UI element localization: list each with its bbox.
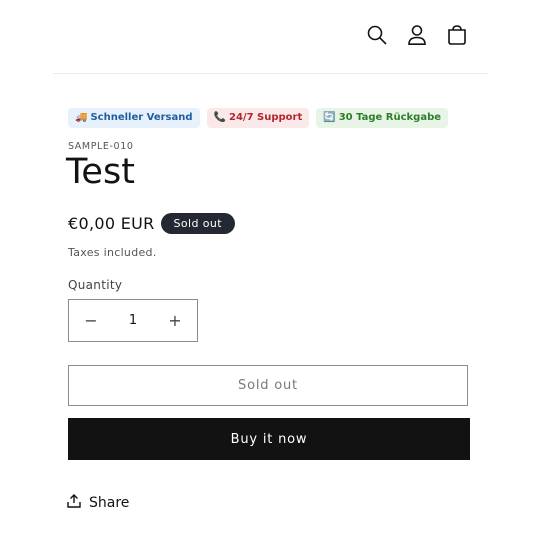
cart-icon[interactable]	[446, 22, 468, 48]
product-sku: SAMPLE-010	[68, 141, 134, 152]
truck-icon: 🚚	[75, 112, 88, 123]
badge-shipping: 🚚 Schneller Versand	[68, 108, 200, 128]
minus-icon: −	[84, 311, 98, 330]
badge-support-label: 24/7 Support	[229, 112, 303, 123]
buy-now-button[interactable]: Buy it now	[68, 418, 470, 460]
badge-support: 📞 24/7 Support	[206, 108, 310, 128]
product-title: Test	[66, 152, 135, 192]
search-icon[interactable]	[366, 22, 388, 48]
plus-icon: +	[168, 311, 182, 330]
account-icon[interactable]	[406, 22, 428, 48]
sold-out-button[interactable]: Sold out	[68, 365, 468, 406]
taxes-note: Taxes included.	[68, 246, 157, 259]
share-label: Share	[89, 495, 130, 511]
share-button[interactable]: Share	[67, 494, 129, 512]
quantity-decrease-button[interactable]: −	[69, 300, 113, 341]
badge-returns-label: 30 Tage Rückgabe	[338, 112, 442, 123]
badge-row: 🚚 Schneller Versand 📞 24/7 Support 🔄 30 Tag…	[68, 108, 449, 128]
header-divider	[53, 73, 488, 74]
status-badge: Sold out	[160, 213, 235, 234]
header-icons	[366, 22, 468, 48]
refresh-icon: 🔄	[323, 112, 336, 123]
badge-shipping-label: Schneller Versand	[90, 112, 193, 123]
price-row: €0,00 EUR Sold out	[68, 213, 235, 234]
phone-icon: 📞	[213, 112, 226, 123]
quantity-increase-button[interactable]: +	[153, 300, 197, 341]
share-icon	[67, 494, 81, 512]
quantity-input[interactable]	[113, 312, 153, 329]
quantity-label: Quantity	[68, 278, 123, 292]
quantity-stepper: − +	[68, 299, 198, 342]
badge-returns: 🔄 30 Tage Rückgabe	[316, 108, 449, 128]
product-price: €0,00 EUR	[68, 214, 155, 233]
